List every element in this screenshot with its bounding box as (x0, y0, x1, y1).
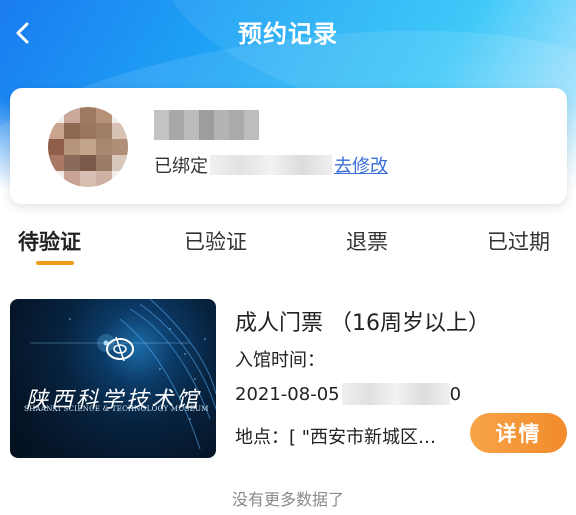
tab-refunded[interactable]: 退票 (346, 226, 388, 256)
entry-time-label: 入馆时间： (235, 350, 325, 371)
tab-expired[interactable]: 已过期 (487, 226, 550, 256)
address-row: 地点：[ "西安市新城区… (235, 423, 436, 449)
tech-graphic (30, 299, 216, 450)
entry-date: 2021-08-05 (235, 383, 340, 405)
no-more-data-text: 没有更多数据了 (231, 490, 344, 509)
museum-english-name: SHAANXI SCIENCE & TECHNOLOGY MUSEUM (24, 405, 209, 413)
entry-time-masked (341, 383, 450, 405)
profile-card: 已绑定 去修改 (10, 88, 567, 204)
museum-thumbnail: 陕西科学技术馆 SHAANXI SCIENCE & TECHNOLOGY MUS… (10, 299, 216, 458)
phone-number-masked (210, 155, 332, 175)
avatar (48, 107, 128, 187)
status-tabs: 待验证 已验证 退票 已过期 (0, 226, 576, 270)
address-value: [ "西安市新城区… (289, 427, 437, 448)
tab-pending[interactable]: 待验证 (18, 226, 81, 256)
detail-button[interactable]: 详情 (470, 413, 567, 453)
active-tab-indicator (36, 261, 74, 265)
ticket-title: 成人门票 （16周岁以上） (235, 311, 490, 336)
bound-label: 已绑定 (154, 156, 208, 177)
ticket-card[interactable]: 陕西科学技术馆 SHAANXI SCIENCE & TECHNOLOGY MUS… (10, 299, 570, 459)
address-label: 地点： (235, 427, 289, 448)
entry-time-tail: 0 (449, 383, 462, 405)
page-title: 预约记录 (238, 20, 338, 48)
tab-verified[interactable]: 已验证 (184, 226, 247, 256)
user-name-masked (154, 110, 260, 140)
entry-time-value: 2021-08-05 0 (235, 383, 461, 405)
bound-phone-row: 已绑定 去修改 (154, 153, 388, 177)
change-phone-link[interactable]: 去修改 (334, 152, 388, 178)
